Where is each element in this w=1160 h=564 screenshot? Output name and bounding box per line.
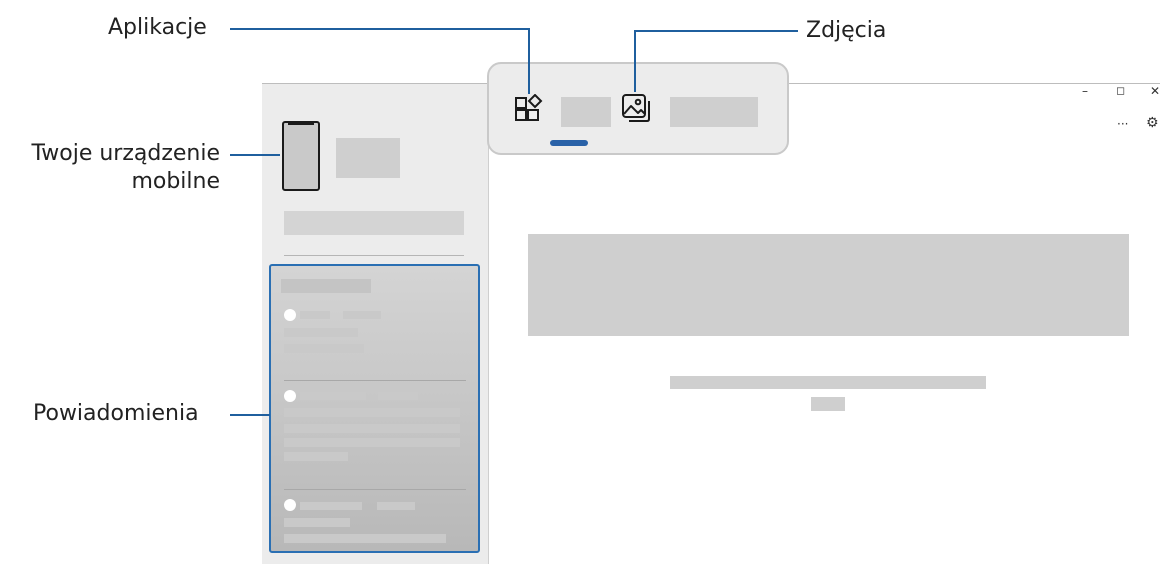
callout-photos-line xyxy=(634,30,798,32)
callout-apps-line xyxy=(528,28,530,94)
callout-notifications-line xyxy=(230,414,270,416)
main-text-placeholder xyxy=(670,376,986,389)
callout-apps-label: Aplikacje xyxy=(108,15,207,40)
callout-photos-label: Zdjęcia xyxy=(806,18,887,43)
notification-text-placeholder xyxy=(284,438,460,447)
main-button-placeholder[interactable] xyxy=(811,397,845,411)
notification-time-placeholder xyxy=(343,311,381,319)
more-options-button[interactable]: ··· xyxy=(1117,117,1128,131)
notifications-panel[interactable] xyxy=(269,264,480,553)
callout-apps-line xyxy=(230,28,530,30)
notification-app-icon xyxy=(284,499,296,511)
notifications-header-placeholder xyxy=(281,279,371,293)
sidebar-divider xyxy=(284,255,464,256)
notification-time-placeholder xyxy=(377,502,415,510)
device-name-placeholder xyxy=(336,138,400,178)
callout-photos-line xyxy=(634,30,636,92)
notification-app-icon xyxy=(284,390,296,402)
apps-grid-icon[interactable] xyxy=(514,94,544,124)
notification-text-placeholder xyxy=(284,328,358,337)
notification-divider xyxy=(284,380,466,381)
minimize-button[interactable]: – xyxy=(1082,84,1088,98)
maximize-button[interactable]: ◻ xyxy=(1116,84,1125,97)
sidebar-action-placeholder[interactable] xyxy=(284,211,464,235)
notification-title-placeholder xyxy=(300,311,330,319)
notification-text-placeholder xyxy=(284,344,364,353)
tab-apps-label-placeholder[interactable] xyxy=(561,97,611,127)
photos-icon[interactable] xyxy=(620,92,652,124)
callout-device-text: Twoje urządzenie mobilne xyxy=(31,141,220,194)
gear-icon[interactable]: ⚙ xyxy=(1146,115,1159,131)
notification-time-placeholder xyxy=(378,392,418,400)
callout-device-label: Twoje urządzenie mobilne xyxy=(8,140,220,196)
notification-title-placeholder xyxy=(300,392,366,400)
callout-device-line xyxy=(230,154,280,156)
close-button[interactable]: ✕ xyxy=(1150,84,1160,98)
phone-icon[interactable] xyxy=(282,121,320,191)
notification-text-placeholder xyxy=(284,518,350,527)
notification-app-icon xyxy=(284,309,296,321)
notification-text-placeholder xyxy=(284,408,460,417)
active-tab-indicator xyxy=(550,140,588,146)
notification-text-placeholder xyxy=(284,424,460,433)
tab-photos-label-placeholder[interactable] xyxy=(670,97,758,127)
notification-title-placeholder xyxy=(300,502,362,510)
notification-text-placeholder xyxy=(284,534,446,543)
notification-text-placeholder xyxy=(284,452,348,461)
main-banner-placeholder xyxy=(528,234,1129,336)
notification-divider xyxy=(284,489,466,490)
callout-notifications-label: Powiadomienia xyxy=(33,401,199,426)
